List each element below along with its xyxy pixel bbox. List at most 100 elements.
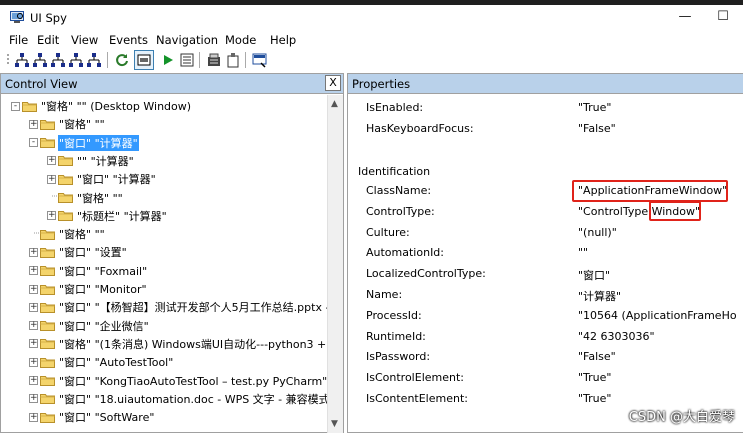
- tree-node[interactable]: + "窗口" "KongTiaoAutoTestTool – test.py Py…: [29, 372, 328, 390]
- hierarchy-icon[interactable]: [85, 51, 103, 69]
- menu-navigation[interactable]: Navigation: [156, 33, 218, 47]
- play-icon[interactable]: [159, 51, 177, 69]
- find-icon[interactable]: [251, 51, 269, 69]
- tree-node-label: "窗口" "计算器": [77, 173, 156, 187]
- tree-node[interactable]: + "窗格" "(1条消息) Windows端UI自动化---python3 +: [29, 335, 327, 353]
- refresh-icon[interactable]: [113, 51, 131, 69]
- property-value: "": [578, 246, 589, 260]
- property-row[interactable]: Name: "计算器": [348, 285, 743, 306]
- folder-icon: [40, 265, 55, 277]
- property-row[interactable]: IsControlElement: "True": [348, 368, 743, 389]
- tree-node[interactable]: + "窗口" "AutoTestTool": [29, 353, 174, 371]
- hierarchy-icon[interactable]: [31, 51, 49, 69]
- folder-icon: [58, 155, 73, 167]
- scroll-down-icon[interactable]: ▼: [331, 419, 338, 429]
- property-name: IsPassword:: [366, 350, 431, 364]
- expand-icon[interactable]: +: [47, 211, 56, 221]
- tree-node[interactable]: + "标题栏" "计算器": [47, 207, 168, 225]
- folder-icon: [58, 210, 73, 222]
- property-row[interactable]: RuntimeId: "42 6303036": [348, 327, 743, 348]
- property-row[interactable]: AutomationId: "": [348, 243, 743, 264]
- property-value: "计算器": [578, 290, 622, 303]
- tree-node[interactable]: + "窗口" "设置": [29, 243, 128, 261]
- hierarchy-icon[interactable]: [49, 51, 67, 69]
- tree-node[interactable]: "窗格" "": [29, 225, 106, 243]
- tree-node[interactable]: + "窗口" "企业微信": [29, 317, 150, 335]
- property-row[interactable]: IsEnabled: "True": [348, 98, 743, 119]
- tree-vertical-scrollbar[interactable]: ▲ ▼: [327, 95, 343, 433]
- menu-view[interactable]: View: [71, 33, 98, 47]
- expand-icon[interactable]: +: [29, 266, 38, 276]
- tree-node[interactable]: + "窗口" "SoftWare": [29, 408, 155, 426]
- tree-node[interactable]: - "窗口" "计算器": [29, 134, 139, 152]
- tree-node[interactable]: + "窗格" "": [29, 115, 106, 133]
- tree-node[interactable]: - "窗格" "" (Desktop Window): [11, 97, 192, 115]
- property-row[interactable]: HasKeyboardFocus: "False": [348, 119, 743, 140]
- property-row[interactable]: ProcessId: "10564 (ApplicationFrameHo: [348, 306, 743, 327]
- folder-icon: [40, 229, 55, 240]
- property-value: "(null)": [578, 225, 617, 239]
- toolbar: [0, 49, 743, 72]
- expand-icon[interactable]: +: [29, 357, 38, 367]
- folder-icon: [40, 284, 55, 295]
- expand-icon[interactable]: +: [47, 156, 56, 166]
- control-tree[interactable]: - "窗格" "" (Desktop Window) + "窗格" "" - "窗口" "…: [1, 95, 328, 433]
- tree-node-label: "窗格" "" (Desktop Window): [41, 100, 192, 113]
- expand-icon[interactable]: +: [29, 302, 38, 312]
- expand-icon[interactable]: +: [47, 174, 56, 184]
- tree-node-label: "窗口" "企业微信": [59, 319, 149, 333]
- folder-icon: [40, 393, 55, 405]
- menu-mode[interactable]: Mode: [225, 33, 256, 47]
- expand-icon[interactable]: +: [29, 339, 38, 349]
- expand-icon[interactable]: +: [29, 247, 38, 257]
- folder-icon: [40, 302, 55, 313]
- tree-node[interactable]: + "窗口" "Monitor": [29, 280, 148, 298]
- collapse-icon[interactable]: -: [11, 101, 20, 111]
- expand-icon[interactable]: +: [29, 412, 38, 422]
- tree-node-label: "窗口" "KongTiaoAutoTestTool – test.py PyC…: [59, 374, 328, 388]
- close-pane-button[interactable]: X: [325, 75, 341, 91]
- tree-node[interactable]: + "窗口" "【杨智超】测试开发部个人5月工作总结.pptx -: [29, 298, 328, 316]
- menu-file[interactable]: File: [9, 33, 28, 47]
- menu-help[interactable]: Help: [270, 33, 296, 47]
- tree-node[interactable]: + "窗口" "Foxmail": [29, 262, 148, 280]
- property-name: Name:: [366, 288, 403, 301]
- hierarchy-icon[interactable]: [67, 51, 85, 69]
- property-name: RuntimeId:: [366, 329, 426, 343]
- expand-icon[interactable]: +: [29, 321, 38, 331]
- expand-icon[interactable]: +: [29, 284, 38, 294]
- control-view-title: Control View: [5, 77, 78, 91]
- tree-node-label: "窗口" "【杨智超】测试开发部个人5月工作总结.pptx -: [59, 301, 328, 315]
- minimize-button[interactable]: —: [670, 7, 700, 27]
- clipboard-icon[interactable]: [224, 51, 242, 69]
- expand-icon[interactable]: +: [29, 376, 38, 385]
- tree-connector: [47, 191, 58, 204]
- hierarchy-icon[interactable]: [13, 51, 31, 69]
- maximize-button[interactable]: ☐: [708, 7, 738, 27]
- tree-node[interactable]: + "" "计算器": [47, 152, 135, 170]
- properties-icon[interactable]: [178, 51, 196, 69]
- properties-pane: Properties IsEnabled: "True" HasKeyboard…: [347, 73, 743, 433]
- folder-icon: [58, 192, 73, 203]
- watermark: CSDN @大白爱琴: [628, 410, 735, 425]
- collapse-icon[interactable]: -: [29, 138, 38, 148]
- menu-bar: File Edit View Events Navigation Mode He…: [0, 31, 743, 49]
- property-row[interactable]: IsPassword: "False": [348, 347, 743, 368]
- menu-edit[interactable]: Edit: [37, 33, 59, 47]
- tree-node[interactable]: + "窗口" "计算器": [47, 170, 157, 188]
- property-row[interactable]: Culture: "(null)": [348, 223, 743, 244]
- tree-node[interactable]: + "窗口" "18.uiautomation.doc - WPS 文字 - 兼容…: [29, 390, 328, 408]
- calculator-icon[interactable]: [205, 51, 223, 69]
- tree-node[interactable]: "窗格" "": [47, 189, 124, 207]
- folder-icon: [40, 247, 55, 258]
- highlight-icon[interactable]: [134, 50, 154, 70]
- menu-events[interactable]: Events: [109, 33, 148, 47]
- folder-icon: [58, 174, 73, 185]
- property-row[interactable]: LocalizedControlType: "窗口": [348, 264, 743, 285]
- property-value: "True": [578, 392, 612, 405]
- scroll-up-icon[interactable]: ▲: [331, 99, 338, 109]
- folder-icon: [40, 119, 55, 130]
- folder-icon: [22, 101, 37, 112]
- expand-icon[interactable]: +: [29, 394, 38, 404]
- expand-icon[interactable]: +: [29, 119, 38, 129]
